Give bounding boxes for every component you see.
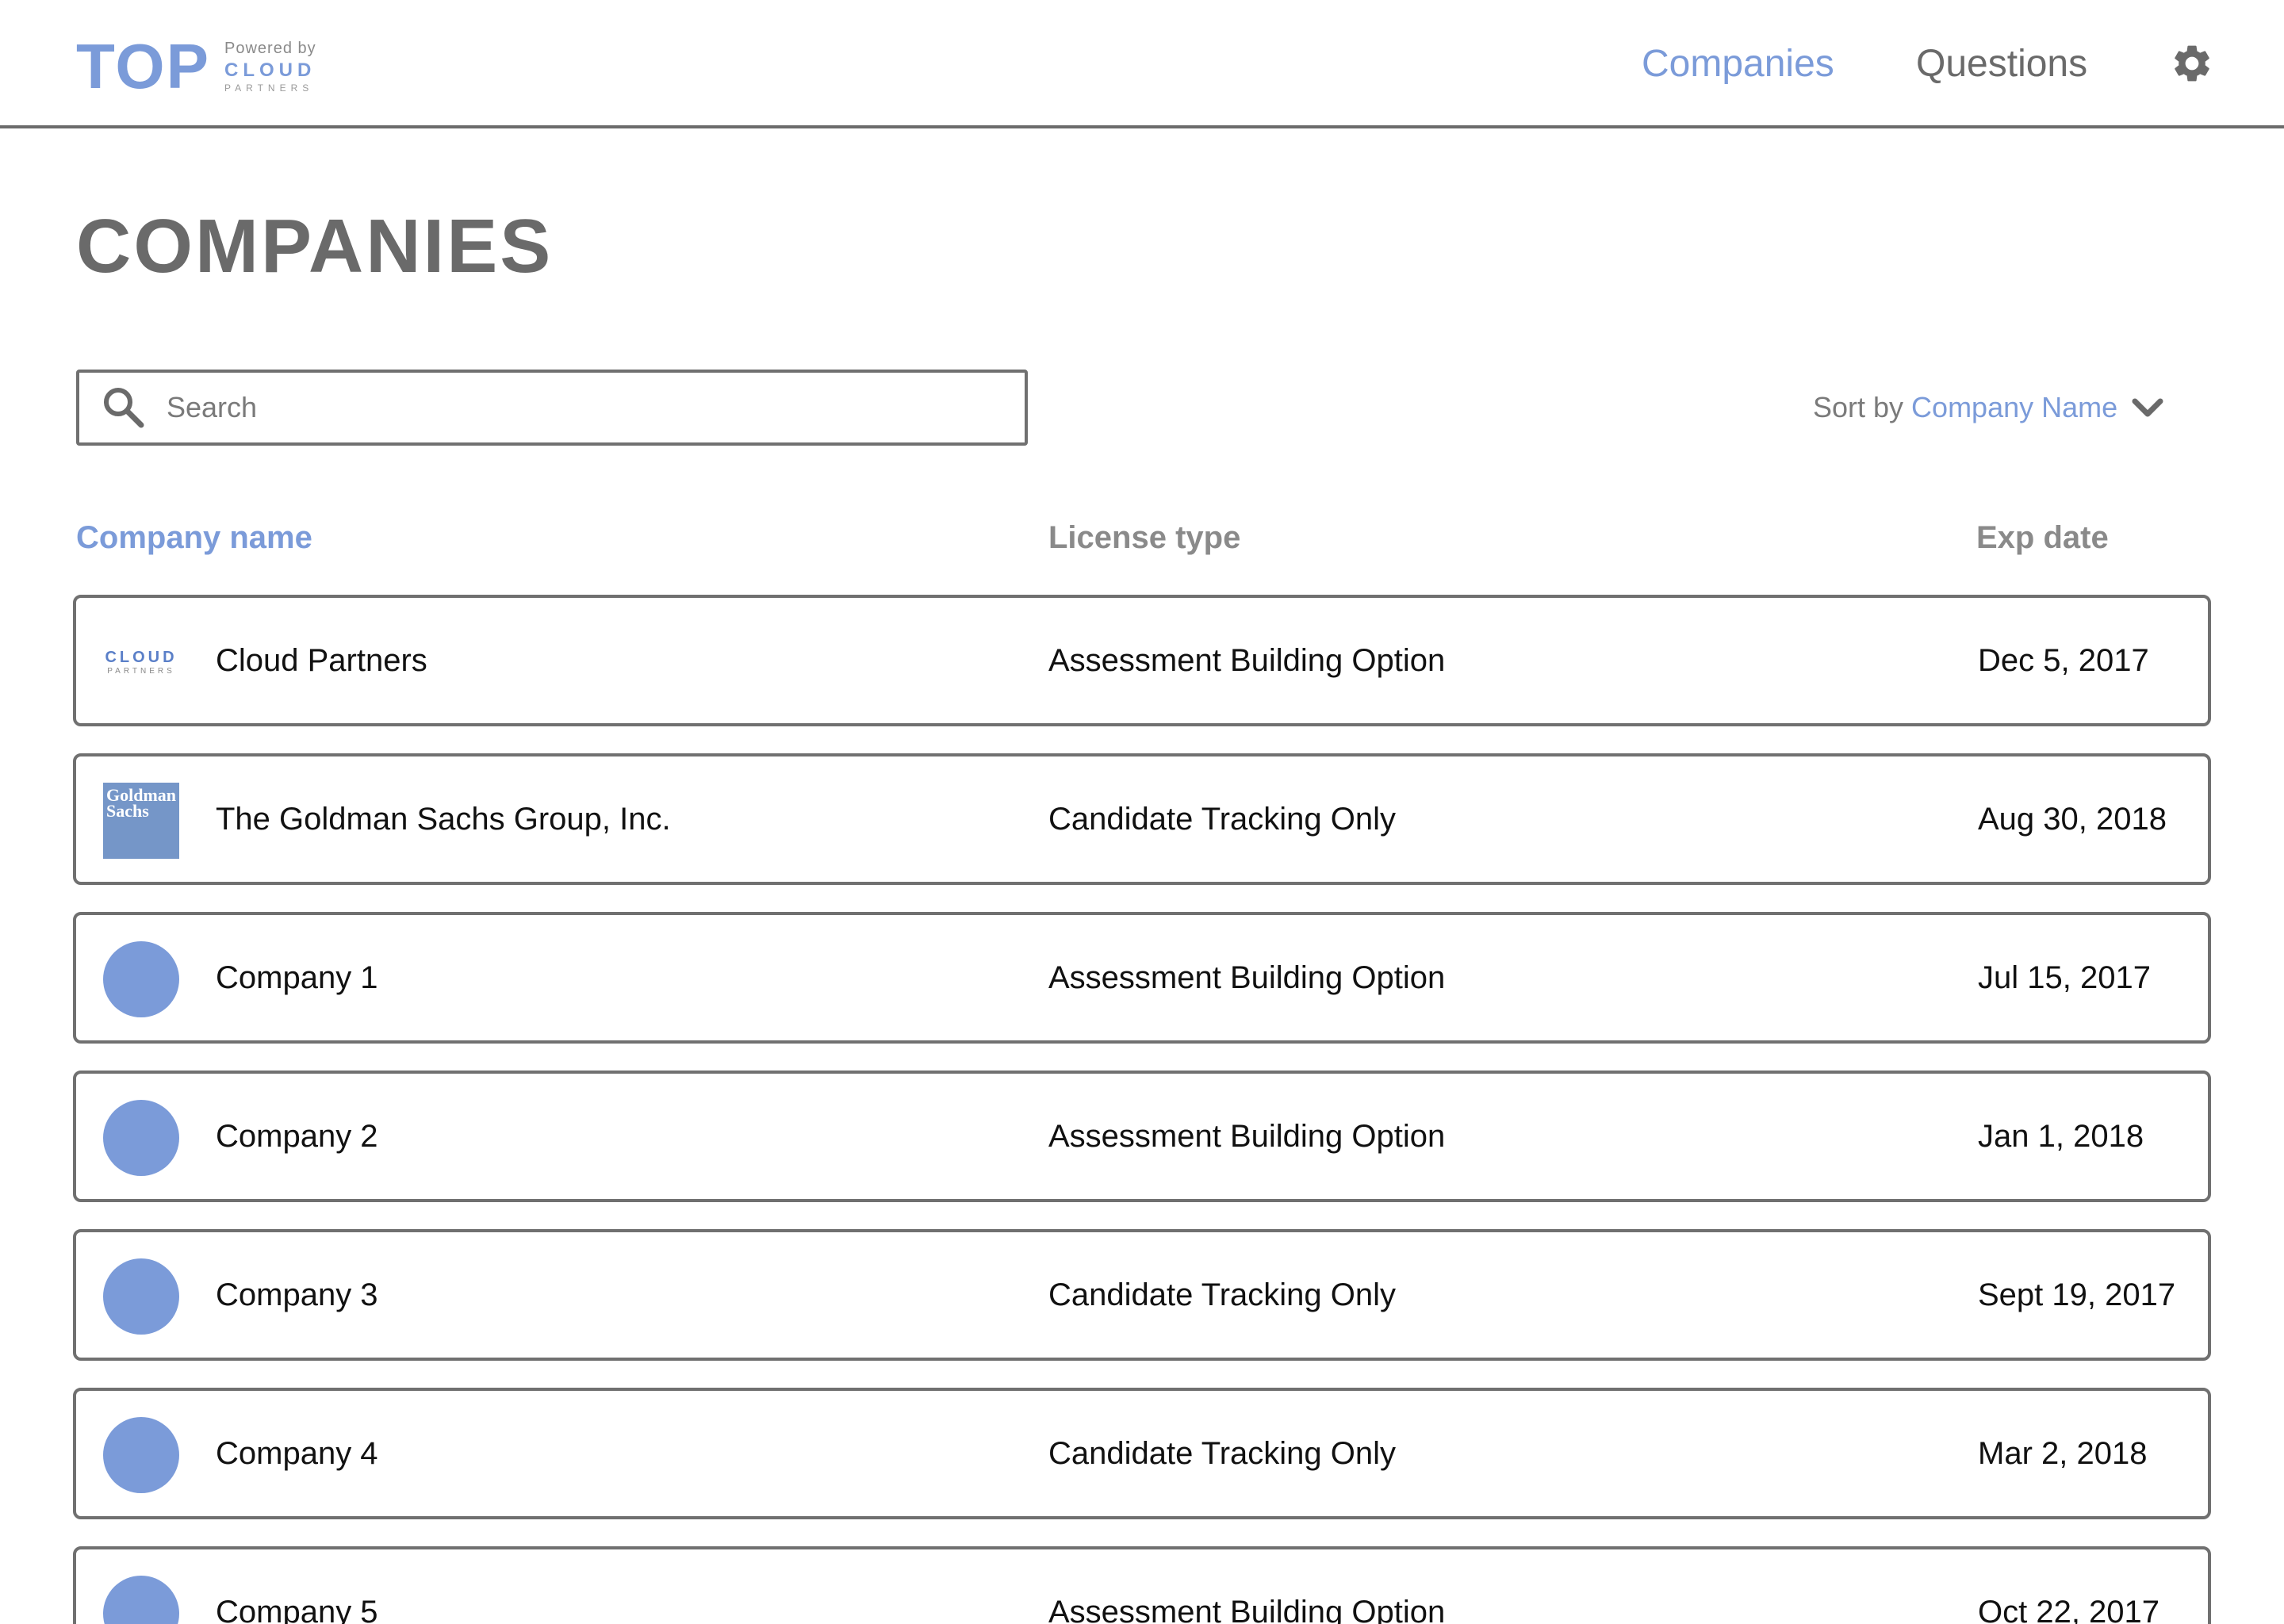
- exp-date: Jan 1, 2018: [1978, 1118, 2144, 1154]
- sort-label: Sort by: [1813, 391, 1904, 423]
- table-row[interactable]: CLOUD PARTNERS Cloud Partners Assessment…: [73, 595, 2211, 726]
- logo-partners: PARTNERS: [224, 82, 314, 94]
- license-type: Assessment Building Option: [1048, 1594, 1446, 1624]
- license-type: Candidate Tracking Only: [1048, 801, 1397, 837]
- logo-cloud: CLOUD: [224, 59, 316, 81]
- company-logo: [103, 941, 179, 1017]
- search-input[interactable]: [167, 384, 991, 431]
- sort-value[interactable]: Company Name: [1911, 391, 2117, 424]
- column-header-company-name[interactable]: Company name: [76, 520, 312, 556]
- column-header-license-type[interactable]: License type: [1048, 520, 1240, 556]
- cloud-partners-logo: CLOUD PARTNERS: [105, 648, 178, 676]
- table-row[interactable]: Company 2 Assessment Building Option Jan…: [73, 1071, 2211, 1202]
- top-header: TOP Powered by CLOUD PARTNERS Companies …: [0, 0, 2284, 128]
- logo-powered-by: Powered by: [224, 40, 316, 57]
- company-name: Company 2: [216, 1118, 378, 1154]
- license-type: Assessment Building Option: [1048, 959, 1446, 995]
- company-name: Company 3: [216, 1277, 378, 1312]
- table-row[interactable]: Company 4 Candidate Tracking Only Mar 2,…: [73, 1388, 2211, 1519]
- avatar: [103, 1258, 179, 1335]
- avatar: [103, 941, 179, 1017]
- license-type: Candidate Tracking Only: [1048, 1277, 1397, 1312]
- nav-companies[interactable]: Companies: [1642, 38, 1834, 89]
- search-icon: [104, 388, 144, 428]
- sort-control[interactable]: Sort by Company Name: [1813, 385, 2165, 430]
- company-logo: Goldman Sachs: [103, 783, 179, 859]
- company-name: Cloud Partners: [216, 642, 427, 678]
- company-logo: CLOUD PARTNERS: [103, 624, 179, 700]
- table-row[interactable]: Company 3 Candidate Tracking Only Sept 1…: [73, 1229, 2211, 1361]
- logo-wordmark: TOP: [76, 31, 211, 102]
- avatar: [103, 1576, 179, 1624]
- search-box[interactable]: [76, 370, 1028, 446]
- company-name: Company 5: [216, 1594, 378, 1624]
- exp-date: Aug 30, 2018: [1978, 801, 2167, 837]
- company-logo: [103, 1258, 179, 1335]
- exp-date: Jul 15, 2017: [1978, 959, 2151, 995]
- exp-date: Dec 5, 2017: [1978, 642, 2149, 678]
- page-title: COMPANIES: [76, 204, 554, 289]
- app-logo[interactable]: TOP Powered by CLOUD PARTNERS: [76, 35, 316, 98]
- license-type: Assessment Building Option: [1048, 642, 1446, 678]
- exp-date: Oct 22, 2017: [1978, 1594, 2160, 1624]
- avatar: [103, 1417, 179, 1493]
- chevron-down-icon[interactable]: [2130, 390, 2165, 425]
- license-type: Assessment Building Option: [1048, 1118, 1446, 1154]
- exp-date: Sept 19, 2017: [1978, 1277, 2176, 1312]
- table-row[interactable]: Goldman Sachs The Goldman Sachs Group, I…: [73, 753, 2211, 885]
- exp-date: Mar 2, 2018: [1978, 1435, 2148, 1471]
- table-row[interactable]: Company 1 Assessment Building Option Jul…: [73, 912, 2211, 1044]
- company-name: Company 4: [216, 1435, 378, 1471]
- company-logo: [103, 1576, 179, 1624]
- license-type: Candidate Tracking Only: [1048, 1435, 1397, 1471]
- company-name: Company 1: [216, 959, 378, 995]
- avatar: [103, 1100, 179, 1176]
- company-logo: [103, 1417, 179, 1493]
- company-name: The Goldman Sachs Group, Inc.: [216, 801, 671, 837]
- column-header-exp-date[interactable]: Exp date: [1976, 520, 2109, 556]
- companies-list: CLOUD PARTNERS Cloud Partners Assessment…: [73, 595, 2211, 1624]
- goldman-sachs-logo: Goldman Sachs: [103, 783, 179, 859]
- table-row[interactable]: Company 5 Assessment Building Option Oct…: [73, 1546, 2211, 1624]
- logo-subtext: Powered by CLOUD PARTNERS: [224, 40, 316, 93]
- company-logo: [103, 1100, 179, 1176]
- nav-questions[interactable]: Questions: [1916, 38, 2087, 89]
- gear-icon[interactable]: [2170, 41, 2214, 86]
